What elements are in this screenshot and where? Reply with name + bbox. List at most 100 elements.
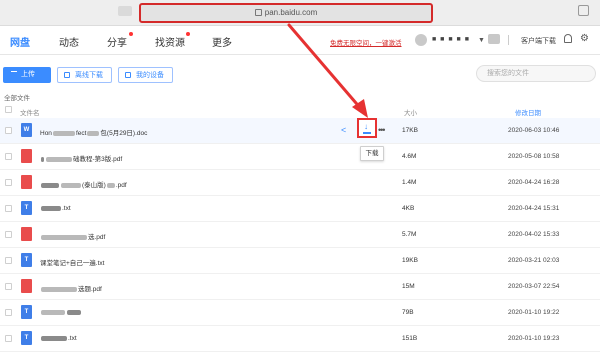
lock-icon — [254, 9, 262, 17]
file-size: 79B — [402, 309, 414, 316]
table-row[interactable]: 选.pdf 5.7M 2020-04-02 15:33 — [0, 222, 600, 248]
pdf-file-icon — [21, 279, 32, 293]
file-size: 4.6M — [402, 153, 417, 160]
username[interactable]: ■ ■ ■ ■ ■ — [432, 36, 470, 43]
file-size: 5.7M — [402, 231, 417, 238]
file-list: W Hon fect 包(5月29日).doc < ••• 17KB 2020-06… — [0, 118, 600, 352]
file-date: 2020-04-24 15:31 — [508, 205, 560, 212]
file-name[interactable]: 课堂笔记+自己一遍.txt — [40, 257, 104, 267]
tab-more[interactable]: 更多 — [212, 34, 232, 49]
pdf-file-icon — [21, 175, 32, 189]
download-icon: ↓ — [364, 122, 368, 131]
file-name[interactable] — [40, 309, 82, 316]
row-checkbox[interactable] — [5, 231, 12, 238]
client-download-link[interactable]: 客户端下载 — [521, 36, 556, 46]
row-checkbox[interactable] — [5, 335, 12, 342]
breadcrumb[interactable]: 全部文件 — [4, 92, 30, 102]
share-page-icon[interactable] — [578, 5, 589, 16]
download-icon — [64, 72, 70, 78]
table-row[interactable]: W Hon fect 包(5月29日).doc < ••• 17KB 2020-06… — [0, 118, 600, 144]
download-button[interactable]: ↓ — [357, 118, 377, 138]
file-date: 2020-01-10 19:23 — [508, 335, 560, 342]
file-date: 2020-03-07 22:54 — [508, 283, 560, 290]
browser-address-bar: pan.baidu.com — [0, 0, 600, 26]
tab-share[interactable]: 分享 — [107, 34, 127, 49]
my-device-button[interactable]: 我的设备 — [118, 67, 173, 83]
row-checkbox[interactable] — [5, 283, 12, 290]
file-date: 2020-04-24 16:28 — [508, 179, 560, 186]
vip-icon[interactable] — [488, 34, 500, 44]
file-size: 151B — [402, 335, 418, 342]
file-name[interactable]: 础教程-第3版.pdf — [40, 153, 122, 163]
row-checkbox[interactable] — [5, 309, 12, 316]
device-icon — [125, 72, 131, 78]
table-row[interactable]: T .txt 4KB 2020-04-24 15:31 — [0, 196, 600, 222]
table-row[interactable]: 选题.pdf 15M 2020-03-07 22:54 — [0, 274, 600, 300]
tab-activity[interactable]: 动态 — [59, 34, 79, 49]
promo-link[interactable]: 免费无限空间，一键激活 — [330, 37, 402, 47]
row-checkbox[interactable] — [5, 205, 12, 212]
file-date: 2020-05-08 10:58 — [508, 153, 560, 160]
file-name[interactable]: .txt — [40, 335, 77, 342]
text-file-icon: T — [21, 331, 32, 345]
table-header: 文件名 大小 修改日期 — [0, 104, 600, 119]
pdf-file-icon — [21, 149, 32, 163]
text-file-icon: T — [21, 253, 32, 267]
upload-button[interactable]: 上传 — [3, 67, 51, 83]
notification-dot — [186, 32, 190, 36]
file-size: 15M — [402, 283, 415, 290]
row-checkbox[interactable] — [5, 127, 12, 134]
sidebar-toggle-icon[interactable] — [118, 6, 132, 16]
bell-icon[interactable] — [564, 34, 572, 43]
gear-icon[interactable]: ⚙ — [580, 33, 589, 44]
chevron-down-icon[interactable]: ▼ — [478, 37, 485, 44]
table-row[interactable]: T 课堂笔记+自己一遍.txt 19KB 2020-03-21 02:03 — [0, 248, 600, 274]
file-name[interactable]: (泰山版) .pdf — [40, 179, 127, 189]
more-icon[interactable]: ••• — [378, 125, 386, 135]
divider — [508, 35, 509, 45]
top-nav: 网盘 动态 分享 找资源 更多 免费无限空间，一键激活 ■ ■ ■ ■ ■ ▼ … — [0, 26, 600, 55]
upload-icon — [11, 71, 17, 78]
download-tooltip: 下载 — [360, 146, 384, 161]
offline-download-button[interactable]: 离线下载 — [57, 67, 112, 83]
my-device-label: 我的设备 — [136, 72, 164, 79]
file-name[interactable]: .txt — [40, 205, 71, 212]
file-size: 4KB — [402, 205, 415, 212]
file-date: 2020-04-02 15:33 — [508, 231, 560, 238]
upload-label: 上传 — [21, 71, 35, 78]
text-file-icon: T — [21, 201, 32, 215]
search-input[interactable]: 搜索您的文件 — [476, 65, 596, 82]
table-row[interactable]: T 79B 2020-01-10 19:22 — [0, 300, 600, 326]
file-name[interactable]: 选.pdf — [40, 231, 105, 241]
column-header-size[interactable]: 大小 — [404, 107, 417, 117]
avatar[interactable] — [415, 34, 427, 46]
table-row[interactable]: T .txt 151B 2020-01-10 19:23 — [0, 326, 600, 352]
select-all-checkbox[interactable] — [5, 106, 12, 113]
file-date: 2020-03-21 02:03 — [508, 257, 560, 264]
file-date: 2020-01-10 19:22 — [508, 309, 560, 316]
share-icon[interactable]: < — [341, 125, 346, 135]
url-text: pan.baidu.com — [264, 8, 318, 17]
row-checkbox[interactable] — [5, 179, 12, 186]
url-field[interactable]: pan.baidu.com — [139, 3, 433, 23]
file-size: 1.4M — [402, 179, 417, 186]
column-header-name[interactable]: 文件名 — [20, 107, 40, 117]
text-file-icon: T — [21, 305, 32, 319]
file-date: 2020-06-03 10:46 — [508, 127, 560, 134]
file-size: 19KB — [402, 257, 418, 264]
row-checkbox[interactable] — [5, 153, 12, 160]
file-name[interactable]: 选题.pdf — [40, 283, 102, 293]
column-header-date[interactable]: 修改日期 — [515, 107, 541, 117]
file-size: 17KB — [402, 127, 418, 134]
file-name[interactable]: Hon fect 包(5月29日).doc — [40, 127, 147, 137]
tab-find-resources[interactable]: 找资源 — [155, 34, 185, 49]
table-row[interactable]: (泰山版) .pdf 1.4M 2020-04-24 16:28 — [0, 170, 600, 196]
word-file-icon: W — [21, 123, 32, 137]
table-row[interactable]: 础教程-第3版.pdf 4.6M 2020-05-08 10:58 — [0, 144, 600, 170]
download-tray-icon — [363, 132, 371, 134]
tab-netdisk[interactable]: 网盘 — [10, 34, 30, 49]
offline-download-label: 离线下载 — [75, 72, 103, 79]
pdf-file-icon — [21, 227, 32, 241]
notification-dot — [129, 32, 133, 36]
row-checkbox[interactable] — [5, 257, 12, 264]
